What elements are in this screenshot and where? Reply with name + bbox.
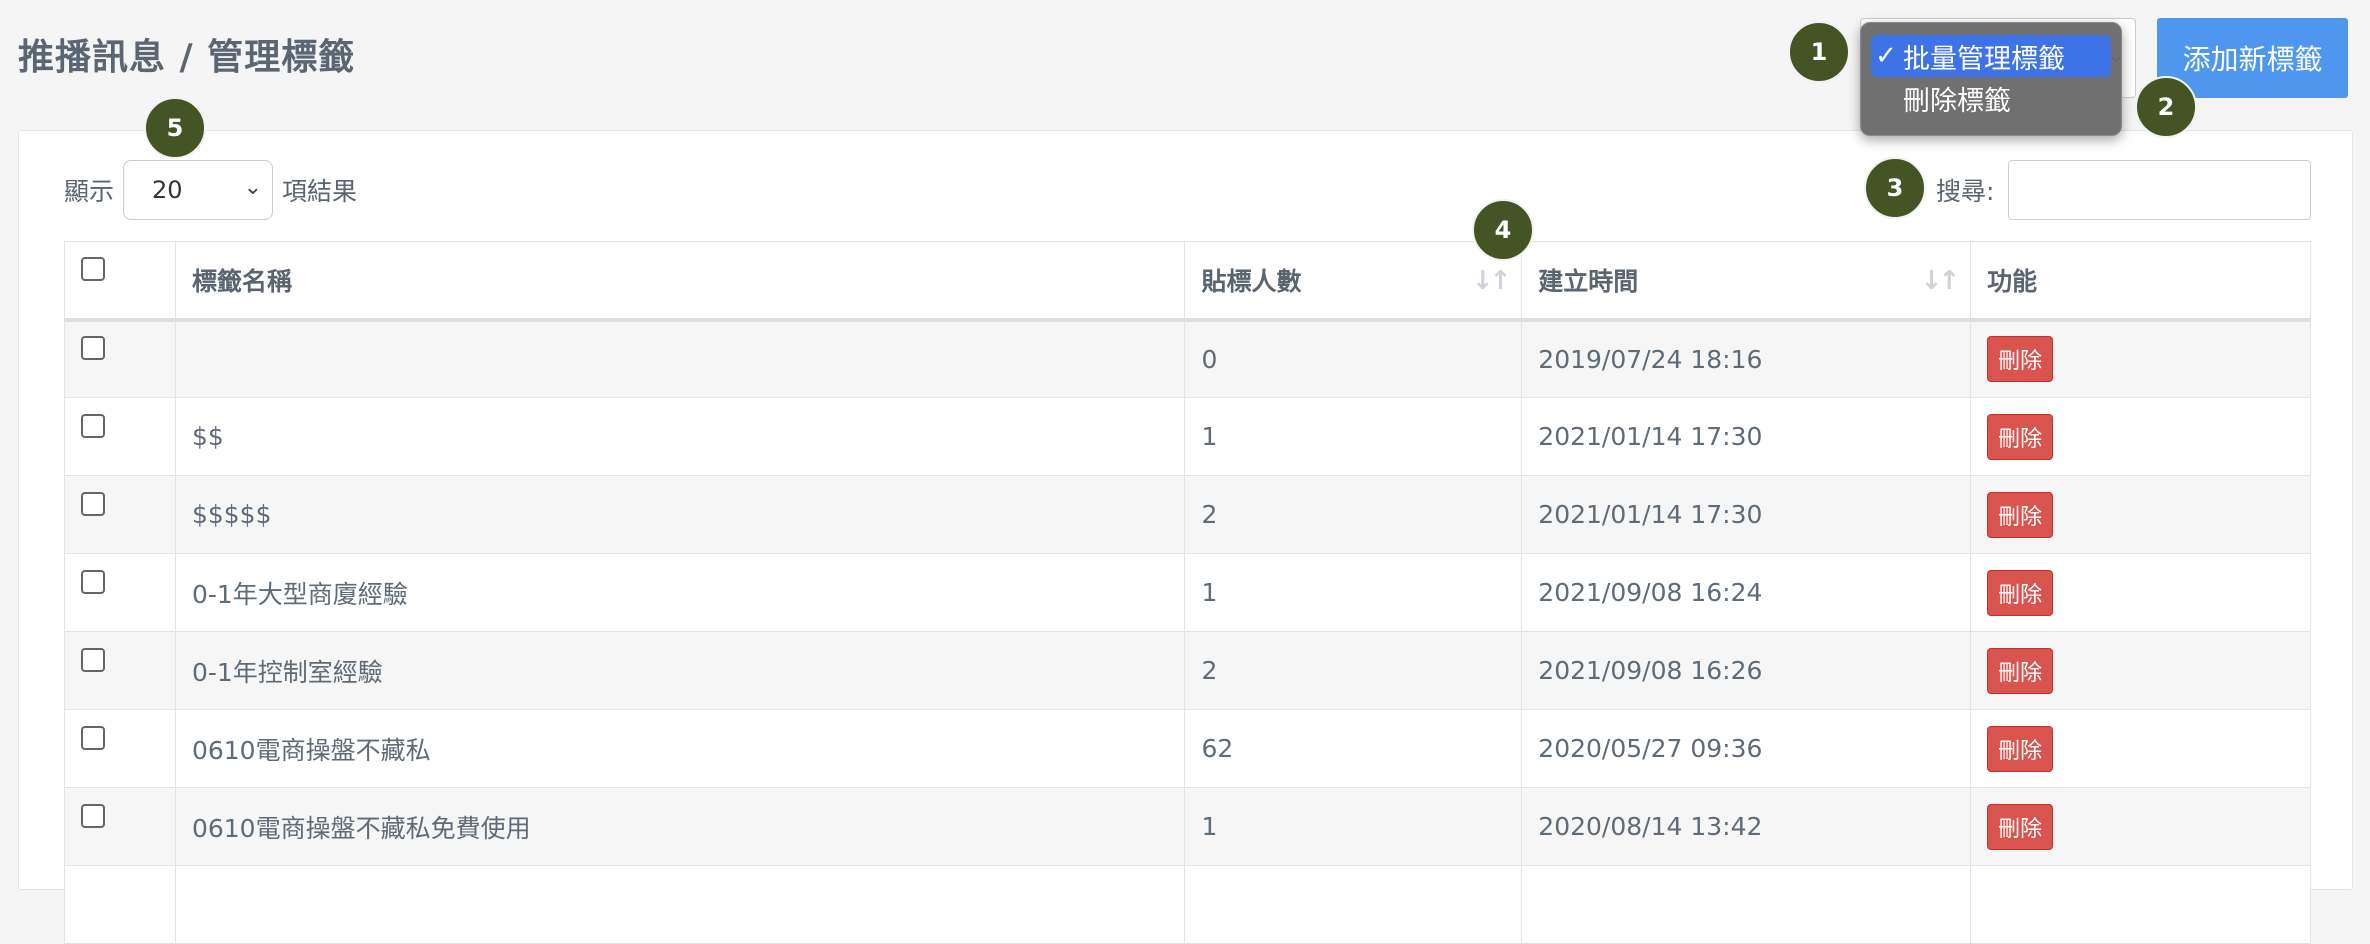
sort-icon[interactable]: ↓↑ [1921, 266, 1961, 296]
column-header-count[interactable]: 貼標人數 ↓↑ [1184, 241, 1523, 322]
tag-count-cell: 1 [1184, 553, 1523, 632]
menu-option-label: 批量管理標籤 [1903, 43, 2065, 75]
tag-name-cell: $$ [174, 397, 1186, 476]
column-header-label: 貼標人數 [1201, 266, 1302, 296]
table-row: $$ 1 2021/01/14 17:30 刪除 [64, 397, 2311, 476]
tag-count-cell: 2 [1184, 475, 1523, 554]
row-checkbox[interactable] [81, 803, 105, 828]
page-length-select[interactable]: 20 ⌄ [123, 160, 273, 220]
delete-button[interactable]: 刪除 [1987, 491, 2054, 538]
checkmark-icon: ✓ [1875, 41, 1897, 71]
menu-option-batch-manage[interactable]: ✓ 批量管理標籤 [1871, 35, 2111, 77]
annotation-badge-3: 3 [1864, 157, 1926, 219]
annotation-badge-2: 2 [2135, 76, 2197, 138]
tag-created-cell: 2020/05/27 09:36 [1521, 709, 1972, 788]
table-row: 0 2019/07/24 18:16 刪除 [64, 319, 2311, 398]
row-checkbox[interactable] [81, 647, 105, 672]
table-row [64, 865, 2311, 944]
table-row: $$$$$ 2 2021/01/14 17:30 刪除 [64, 475, 2311, 554]
tag-created-cell: 2021/01/14 17:30 [1521, 397, 1972, 476]
tag-count-cell: 62 [1184, 709, 1523, 788]
page-length-value: 20 [152, 176, 183, 204]
row-checkbox[interactable] [81, 413, 105, 438]
tag-name-cell: 0610電商操盤不藏私免費使用 [174, 787, 1186, 866]
search-input[interactable] [2008, 160, 2311, 220]
row-checkbox[interactable] [81, 569, 105, 594]
column-header-created[interactable]: 建立時間 ↓↑ [1521, 241, 1972, 322]
tags-table: 標籤名稱 貼標人數 ↓↑ 建立時間 ↓↑ 功能 0 2019/07/24 18:… [64, 241, 2311, 944]
annotation-badge-1: 1 [1788, 21, 1850, 83]
delete-button[interactable]: 刪除 [1987, 725, 2054, 772]
tag-count-cell: 1 [1184, 787, 1523, 866]
tag-name-cell: $$$$$ [174, 475, 1186, 554]
tag-created-cell: 2021/01/14 17:30 [1521, 475, 1972, 554]
menu-option-delete-tags[interactable]: 刪除標籤 [1871, 77, 2111, 119]
row-checkbox[interactable] [81, 491, 105, 516]
delete-button[interactable]: 刪除 [1987, 413, 2054, 460]
row-checkbox[interactable] [81, 725, 105, 750]
tag-count-cell: 2 [1184, 631, 1523, 710]
table-row: 0-1年大型商廈經驗 1 2021/09/08 16:24 刪除 [64, 553, 2311, 632]
search-label: 搜尋: [1936, 177, 1995, 206]
table-row: 0610電商操盤不藏私免費使用 1 2020/08/14 13:42 刪除 [64, 787, 2311, 866]
annotation-badge-4: 4 [1472, 199, 1534, 261]
annotation-badge-5: 5 [144, 97, 206, 159]
tag-created-cell: 2021/09/08 16:24 [1521, 553, 1972, 632]
tag-count-cell: 0 [1184, 319, 1523, 398]
column-header-label: 建立時間 [1538, 266, 1639, 296]
batch-action-menu: ✓ 批量管理標籤 刪除標籤 [1860, 22, 2122, 136]
select-all-cell [64, 241, 176, 322]
column-header-name[interactable]: 標籤名稱 [174, 241, 1186, 322]
delete-button[interactable]: 刪除 [1987, 336, 2054, 383]
tag-count-cell: 1 [1184, 397, 1523, 476]
table-header-row: 標籤名稱 貼標人數 ↓↑ 建立時間 ↓↑ 功能 [64, 241, 2311, 322]
tag-created-cell [1521, 865, 1972, 944]
tag-count-cell [1184, 865, 1523, 944]
tag-name-cell [174, 865, 1186, 944]
row-checkbox[interactable] [81, 336, 105, 361]
table-row: 0610電商操盤不藏私 62 2020/05/27 09:36 刪除 [64, 709, 2311, 788]
delete-button[interactable]: 刪除 [1987, 569, 2054, 616]
column-header-function: 功能 [1970, 241, 2311, 322]
tag-created-cell: 2020/08/14 13:42 [1521, 787, 1972, 866]
menu-option-label: 刪除標籤 [1903, 85, 2011, 117]
tag-name-cell: 0-1年控制室經驗 [174, 631, 1186, 710]
delete-button[interactable]: 刪除 [1987, 647, 2054, 694]
tag-name-cell: 0610電商操盤不藏私 [174, 709, 1186, 788]
delete-button[interactable]: 刪除 [1987, 803, 2054, 850]
sort-icon[interactable]: ↓↑ [1472, 266, 1512, 296]
tag-name-cell [174, 319, 1186, 398]
page-length-prefix: 顯示 [64, 177, 115, 206]
tag-created-cell: 2021/09/08 16:26 [1521, 631, 1972, 710]
tag-name-cell: 0-1年大型商廈經驗 [174, 553, 1186, 632]
page-title: 推播訊息 / 管理標籤 [18, 37, 356, 78]
tag-created-cell: 2019/07/24 18:16 [1521, 319, 1972, 398]
page-length-suffix: 項結果 [282, 177, 358, 206]
chevron-down-icon: ⌄ [243, 175, 262, 200]
select-all-checkbox[interactable] [81, 256, 105, 281]
table-row: 0-1年控制室經驗 2 2021/09/08 16:26 刪除 [64, 631, 2311, 710]
